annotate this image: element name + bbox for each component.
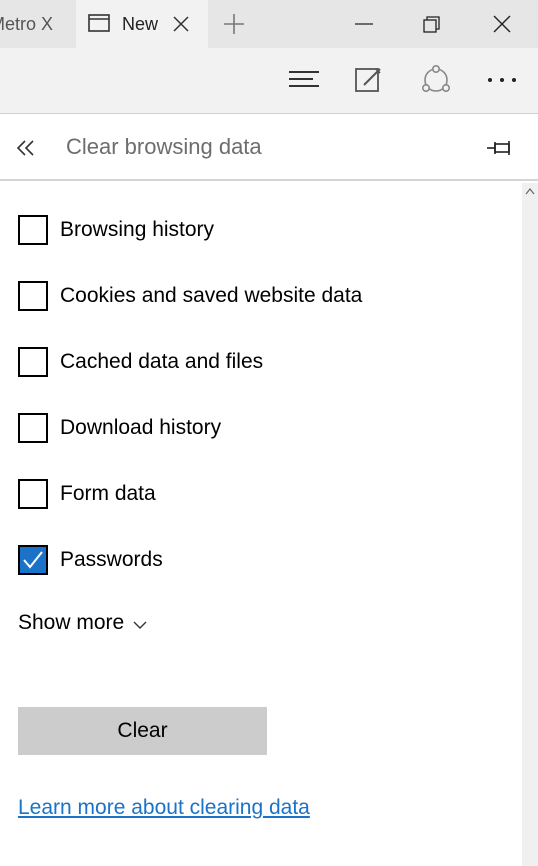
show-more-toggle[interactable]: Show more [18,611,148,635]
option-label: Passwords [60,548,163,571]
option-label: Cookies and saved website data [60,284,363,307]
option-cached-data[interactable]: Cached data and files [18,346,478,378]
plus-icon[interactable] [222,12,246,36]
more-icon [488,78,516,82]
browser-toolbar [0,48,538,114]
checkmark-icon [23,551,43,569]
panel-header: Clear browsing data [0,115,538,181]
restore-button[interactable] [400,0,466,48]
tab-label: Metro X [0,14,54,34]
checkbox[interactable] [18,479,48,509]
clear-button[interactable]: Clear [18,707,267,755]
option-download-history[interactable]: Download history [18,412,478,444]
option-passwords[interactable]: Passwords [18,544,478,576]
tab-metro-x[interactable]: Metro X [0,0,74,48]
checkbox[interactable] [18,347,48,377]
close-icon[interactable] [172,15,190,33]
minimize-icon [355,23,373,25]
scroll-up-arrow-icon[interactable] [525,187,535,195]
checkbox[interactable] [18,215,48,245]
close-icon [493,15,511,33]
show-more-label: Show more [18,611,125,634]
clear-data-content: Browsing history Cookies and saved websi… [0,183,522,866]
checkbox[interactable] [18,281,48,311]
chevron-down-icon [133,621,147,629]
hub-icon [289,71,319,87]
minimize-button[interactable] [332,0,398,48]
back-button[interactable] [14,133,54,163]
close-window-button[interactable] [470,0,536,48]
share-icon [421,65,450,92]
title-bar: Metro X New [0,0,538,48]
web-note-button[interactable] [342,48,398,114]
scrollbar[interactable] [522,183,538,866]
option-browsing-history[interactable]: Browsing history [18,214,478,246]
more-button[interactable] [474,48,530,114]
checkbox-checked[interactable] [18,545,48,575]
option-cookies[interactable]: Cookies and saved website data [18,280,478,312]
pin-button[interactable] [486,133,526,163]
option-label: Form data [60,482,156,505]
tab-new[interactable]: New [76,0,208,48]
option-label: Browsing history [60,218,215,241]
panel-title: Clear browsing data [66,134,262,159]
double-chevron-left-icon [16,140,34,156]
pin-icon [487,141,510,155]
page-icon [88,14,110,32]
restore-icon [423,16,440,33]
learn-more-link[interactable]: Learn more about clearing data [18,796,310,820]
share-button[interactable] [408,48,464,114]
option-label: Download history [60,416,222,439]
option-form-data[interactable]: Form data [18,478,478,510]
hub-button[interactable] [276,48,332,114]
checkbox[interactable] [18,413,48,443]
option-label: Cached data and files [60,350,264,373]
pen-icon [355,68,381,92]
tab-label: New [122,14,158,34]
